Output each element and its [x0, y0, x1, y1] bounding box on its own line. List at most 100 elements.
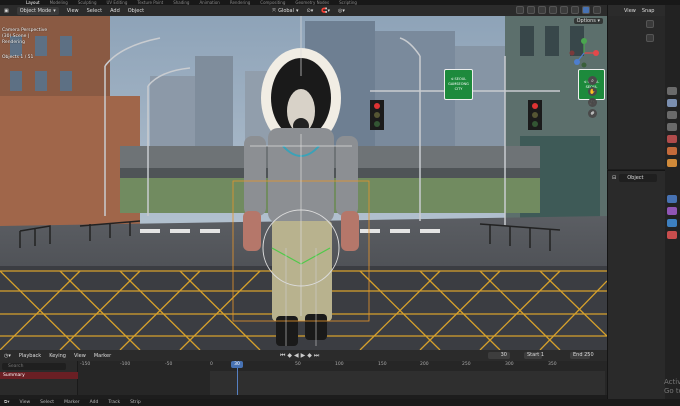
camera-view-icon[interactable]: 🎥 [588, 98, 597, 107]
object-mode-dropdown[interactable]: Object Mode ▾ [16, 6, 59, 15]
ruler-tick-label: 100 [335, 362, 344, 367]
xray-toggle-icon[interactable] [549, 6, 557, 14]
scene-tab-icon[interactable] [667, 135, 677, 143]
menu-object[interactable]: Object [128, 8, 144, 14]
proportional-edit-toggle[interactable]: ◎▾ [338, 8, 345, 14]
chevron-down-icon: ▾ [53, 7, 56, 14]
ruler-tick-label: 150 [378, 362, 387, 367]
pivot-dropdown[interactable]: ⊙▾ [307, 8, 314, 14]
snap-toggle[interactable]: 🧲▾ [321, 8, 330, 14]
start-frame-field[interactable]: Start 1 [524, 352, 544, 359]
viewport-objects-count: Objects 1 / 51 [2, 55, 34, 60]
3d-viewport[interactable]: ᐊ SEOUL GAMSEONG CITY ᐊ SEOUL SEOUL Came… [0, 16, 607, 350]
playback-controls: ⏮ ◆ ◀ ▶ ◆ ⏭ [280, 352, 319, 359]
menu-view[interactable]: View [67, 8, 79, 14]
wireframe-shading-icon[interactable] [560, 6, 568, 14]
world-tab-icon[interactable] [667, 147, 677, 155]
output-tab-icon[interactable] [667, 111, 677, 119]
pan-hand-icon[interactable]: ✋ [588, 87, 597, 96]
options-label: Options [576, 18, 596, 24]
menu-marker[interactable]: Marker [64, 399, 80, 406]
menu-view[interactable]: View [19, 399, 30, 406]
rendered-shading-icon[interactable] [593, 6, 601, 14]
viewport-rendering-label: Rendering [2, 40, 25, 45]
editor-type-button[interactable]: ◷▾ [4, 353, 11, 359]
material-shading-icon[interactable] [582, 6, 590, 14]
watermark-line: Go to [664, 387, 680, 395]
menu-select[interactable]: Select [87, 8, 102, 14]
viewport-shading-controls [516, 6, 601, 14]
editor-type-button[interactable]: ⧉▾ [4, 399, 9, 406]
gizmo-toggle-icon[interactable] [527, 6, 535, 14]
object-name-field[interactable]: Object [619, 174, 658, 182]
watermark-line: Activ [664, 378, 680, 386]
search-placeholder: Search [8, 364, 24, 369]
constraints-tab-icon[interactable] [667, 207, 677, 215]
menu-add[interactable]: Add [90, 399, 99, 406]
ruler-tick-label: 250 [462, 362, 471, 367]
grid-view-icon[interactable]: # [588, 109, 597, 118]
menu-marker[interactable]: Marker [94, 353, 111, 359]
play-icon[interactable]: ▶ [301, 352, 306, 359]
cube-icon: ▣ [4, 7, 9, 14]
orientation-dropdown[interactable]: ⤧ Global ▾ [272, 8, 298, 14]
object-label: Object [627, 175, 644, 181]
play-reverse-icon[interactable]: ◀ [294, 352, 299, 359]
mode-label: Object Mode [19, 7, 52, 14]
menu-track[interactable]: Track [108, 399, 120, 406]
menu-view[interactable]: View [74, 353, 86, 359]
view-layer-tab-icon[interactable] [667, 123, 677, 131]
ruler-tick-label: -150 [80, 362, 91, 367]
jump-start-icon[interactable]: ⏮ [280, 352, 285, 359]
prev-keyframe-icon[interactable]: ◆ [287, 352, 292, 359]
ruler-tick-label: 200 [420, 362, 429, 367]
material-tab-icon[interactable] [667, 231, 677, 239]
ruler-tick-label: 0 [210, 362, 213, 367]
menu-select[interactable]: Select [40, 399, 54, 406]
options-dropdown[interactable]: Options ▾ [573, 18, 603, 24]
menu-keying[interactable]: Keying [49, 353, 66, 359]
menu-strip[interactable]: Strip [130, 399, 141, 406]
summary-channel[interactable]: Summary [0, 372, 78, 379]
next-keyframe-icon[interactable]: ◆ [307, 352, 312, 359]
timeline-channel-region: Search Summary [0, 361, 78, 395]
end-frame-field[interactable]: End 250 [570, 352, 594, 359]
timeline-body[interactable]: Search Summary -150 -100 -50 0 50 100 15… [0, 361, 607, 395]
visibility-icon[interactable] [516, 6, 524, 14]
filter-icon[interactable] [646, 20, 654, 28]
timeline-frame-range [210, 371, 605, 395]
outliner-tools [646, 20, 654, 42]
properties-editor-icon[interactable]: ⊟ [612, 175, 616, 181]
jump-end-icon[interactable]: ⏭ [314, 352, 319, 359]
overlay-toggle-icon[interactable] [538, 6, 546, 14]
end-value: 250 [584, 352, 594, 358]
hand-icon[interactable] [646, 34, 654, 42]
tool-tab-icon[interactable] [667, 87, 677, 95]
object-tab-icon[interactable] [667, 159, 677, 167]
menu-add[interactable]: Add [110, 8, 120, 14]
timeline-ruler: -150 -100 -50 0 50 100 150 200 250 300 3… [80, 362, 607, 370]
blender-window: Layout Modeling Sculpting UV Editing Tex… [0, 0, 680, 406]
properties-tab-strip [665, 5, 680, 399]
properties-header: ⊟ Object [608, 173, 666, 183]
editor-type-button[interactable]: ▣ [4, 8, 9, 14]
street-sign-text: CITY [454, 87, 463, 91]
playhead-frame-label[interactable]: 30 [231, 361, 243, 368]
current-frame-field[interactable]: 30 [488, 352, 510, 359]
menu-view[interactable]: View [624, 8, 636, 14]
outliner-panel: View Snap [607, 5, 666, 169]
menu-snap[interactable]: Snap [642, 8, 655, 14]
solid-shading-icon[interactable] [571, 6, 579, 14]
navigation-gizmo[interactable] [567, 36, 601, 70]
timeline-search-input[interactable]: Search [2, 363, 66, 370]
axes-icon: ⤧ [272, 7, 277, 14]
data-tab-icon[interactable] [667, 219, 677, 227]
zoom-icon[interactable]: ⌕ [588, 76, 597, 85]
status-bar: ⧉▾ View Select Marker Add Track Strip [0, 399, 680, 406]
ruler-tick-label: 50 [295, 362, 301, 367]
menu-playback[interactable]: Playback [19, 353, 41, 359]
end-label: End [573, 352, 583, 358]
render-tab-icon[interactable] [667, 99, 677, 107]
modifier-tab-icon[interactable] [667, 195, 677, 203]
street-sign-1: ᐊ SEOUL GAMSEONG CITY [444, 69, 473, 100]
